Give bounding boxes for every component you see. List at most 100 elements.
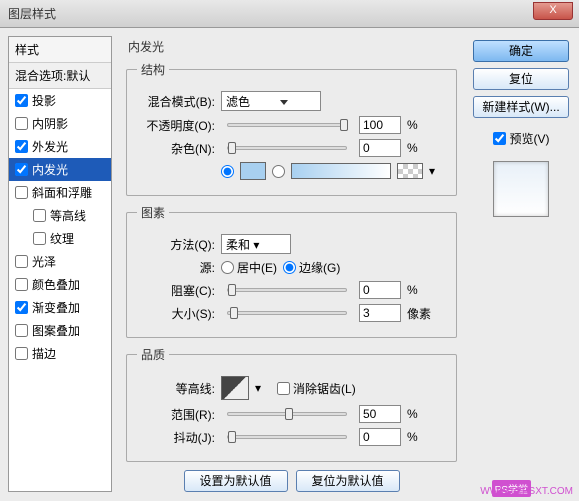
method-select[interactable]: 柔和 ▾ bbox=[221, 234, 291, 254]
contour-picker[interactable] bbox=[221, 376, 249, 400]
structure-legend: 结构 bbox=[137, 61, 169, 78]
jitter-unit: % bbox=[407, 430, 431, 444]
noise-input[interactable] bbox=[359, 139, 401, 157]
chevron-down-icon[interactable]: ▾ bbox=[255, 381, 261, 395]
style-label: 内发光 bbox=[32, 161, 68, 178]
blend-mode-select[interactable]: 滤色 bbox=[221, 91, 321, 111]
right-panel: 确定 复位 新建样式(W)... 预览(V) bbox=[471, 36, 571, 492]
opacity-input[interactable] bbox=[359, 116, 401, 134]
cancel-button[interactable]: 复位 bbox=[473, 68, 569, 90]
range-label: 范围(R): bbox=[137, 406, 215, 423]
structure-group: 结构 混合模式(B): 滤色 不透明度(O): % 杂色(N): % bbox=[126, 61, 457, 196]
style-checkbox[interactable] bbox=[15, 163, 28, 176]
antialias-checkbox[interactable]: 消除锯齿(L) bbox=[277, 380, 356, 397]
opacity-slider[interactable] bbox=[227, 123, 347, 127]
ok-button[interactable]: 确定 bbox=[473, 40, 569, 62]
size-label: 大小(S): bbox=[137, 305, 215, 322]
elements-legend: 图素 bbox=[137, 204, 169, 221]
style-item-5[interactable]: 等高线 bbox=[9, 204, 111, 227]
style-checkbox[interactable] bbox=[15, 278, 28, 291]
style-checkbox[interactable] bbox=[33, 232, 46, 245]
choke-label: 阻塞(C): bbox=[137, 282, 215, 299]
choke-input[interactable] bbox=[359, 281, 401, 299]
set-default-button[interactable]: 设置为默认值 bbox=[184, 470, 288, 492]
new-style-button[interactable]: 新建样式(W)... bbox=[473, 96, 569, 118]
chevron-down-icon bbox=[280, 100, 288, 105]
elements-group: 图素 方法(Q): 柔和 ▾ 源: 居中(E) 边缘(G) 阻塞(C): % 大… bbox=[126, 204, 457, 338]
opacity-label: 不透明度(O): bbox=[137, 117, 215, 134]
style-label: 内阴影 bbox=[32, 115, 68, 132]
style-item-2[interactable]: 外发光 bbox=[9, 135, 111, 158]
style-label: 渐变叠加 bbox=[32, 299, 80, 316]
window-title: 图层样式 bbox=[4, 5, 56, 22]
style-item-7[interactable]: 光泽 bbox=[9, 250, 111, 273]
style-item-6[interactable]: 纹理 bbox=[9, 227, 111, 250]
gradient-radio[interactable] bbox=[272, 165, 285, 178]
style-checkbox[interactable] bbox=[15, 347, 28, 360]
size-slider[interactable] bbox=[227, 311, 347, 315]
blend-options-default[interactable]: 混合选项:默认 bbox=[9, 63, 111, 89]
size-input[interactable] bbox=[359, 304, 401, 322]
color-swatch[interactable] bbox=[240, 162, 266, 180]
style-item-1[interactable]: 内阴影 bbox=[9, 112, 111, 135]
noise-slider[interactable] bbox=[227, 146, 347, 150]
style-label: 图案叠加 bbox=[32, 322, 80, 339]
reset-default-button[interactable]: 复位为默认值 bbox=[296, 470, 400, 492]
watermark-url: WWW.52PSXT.COM bbox=[480, 486, 573, 497]
style-checkbox[interactable] bbox=[15, 140, 28, 153]
noise-unit: % bbox=[407, 141, 431, 155]
styles-panel: 样式 混合选项:默认 投影内阴影外发光内发光斜面和浮雕等高线纹理光泽颜色叠加渐变… bbox=[8, 36, 112, 492]
title-bar: 图层样式 X bbox=[0, 0, 579, 28]
solid-color-radio[interactable] bbox=[221, 165, 234, 178]
preview-checkbox[interactable]: 预览(V) bbox=[493, 130, 550, 147]
quality-group: 品质 等高线: ▾ 消除锯齿(L) 范围(R): % 抖动(J): % bbox=[126, 346, 457, 462]
choke-unit: % bbox=[407, 283, 431, 297]
style-checkbox[interactable] bbox=[15, 94, 28, 107]
gradient-preview[interactable] bbox=[291, 163, 391, 179]
jitter-label: 抖动(J): bbox=[137, 429, 215, 446]
chevron-down-icon[interactable]: ▾ bbox=[429, 164, 435, 178]
style-item-9[interactable]: 渐变叠加 bbox=[9, 296, 111, 319]
style-item-8[interactable]: 颜色叠加 bbox=[9, 273, 111, 296]
style-item-0[interactable]: 投影 bbox=[9, 89, 111, 112]
size-unit: 像素 bbox=[407, 305, 431, 322]
style-checkbox[interactable] bbox=[15, 301, 28, 314]
dialog-body: 样式 混合选项:默认 投影内阴影外发光内发光斜面和浮雕等高线纹理光泽颜色叠加渐变… bbox=[0, 28, 579, 500]
chevron-down-icon: ▾ bbox=[253, 238, 259, 252]
range-input[interactable] bbox=[359, 405, 401, 423]
main-panel: 内发光 结构 混合模式(B): 滤色 不透明度(O): % 杂色(N): % bbox=[120, 36, 463, 492]
jitter-input[interactable] bbox=[359, 428, 401, 446]
close-button[interactable]: X bbox=[533, 2, 573, 20]
blend-mode-label: 混合模式(B): bbox=[137, 93, 215, 110]
source-center-radio[interactable]: 居中(E) bbox=[221, 259, 277, 276]
style-item-3[interactable]: 内发光 bbox=[9, 158, 111, 181]
style-item-4[interactable]: 斜面和浮雕 bbox=[9, 181, 111, 204]
section-title: 内发光 bbox=[120, 36, 463, 57]
style-item-11[interactable]: 描边 bbox=[9, 342, 111, 365]
style-label: 颜色叠加 bbox=[32, 276, 80, 293]
styles-header[interactable]: 样式 bbox=[9, 37, 111, 63]
style-label: 描边 bbox=[32, 345, 56, 362]
range-slider[interactable] bbox=[227, 412, 347, 416]
style-checkbox[interactable] bbox=[15, 324, 28, 337]
style-item-10[interactable]: 图案叠加 bbox=[9, 319, 111, 342]
method-label: 方法(Q): bbox=[137, 236, 215, 253]
style-checkbox[interactable] bbox=[15, 186, 28, 199]
style-checkbox[interactable] bbox=[15, 117, 28, 130]
contour-label: 等高线: bbox=[137, 380, 215, 397]
style-label: 光泽 bbox=[32, 253, 56, 270]
jitter-slider[interactable] bbox=[227, 435, 347, 439]
style-checkbox[interactable] bbox=[33, 209, 46, 222]
range-unit: % bbox=[407, 407, 431, 421]
source-label: 源: bbox=[137, 259, 215, 276]
style-label: 等高线 bbox=[50, 207, 86, 224]
noise-label: 杂色(N): bbox=[137, 140, 215, 157]
choke-slider[interactable] bbox=[227, 288, 347, 292]
style-label: 斜面和浮雕 bbox=[32, 184, 92, 201]
style-checkbox[interactable] bbox=[15, 255, 28, 268]
style-label: 纹理 bbox=[50, 230, 74, 247]
transparency-icon bbox=[397, 163, 423, 179]
opacity-unit: % bbox=[407, 118, 431, 132]
source-edge-radio[interactable]: 边缘(G) bbox=[283, 259, 340, 276]
preview-swatch bbox=[493, 161, 549, 217]
